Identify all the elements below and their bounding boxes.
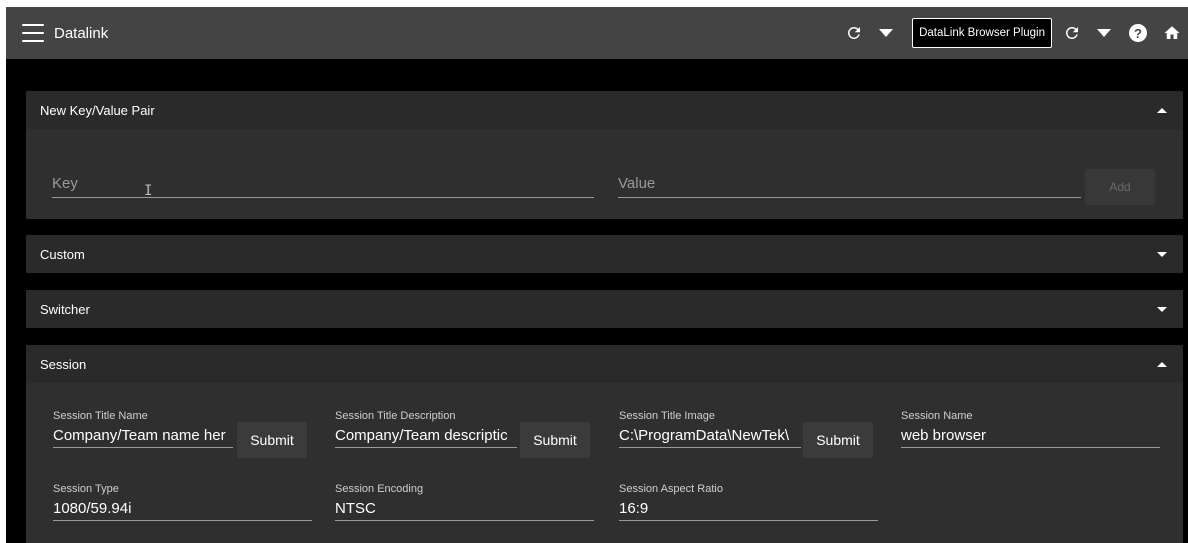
session-name-field: Session Name [901, 410, 1160, 448]
field-label: Session Title Name [53, 410, 148, 422]
session-encoding-field: Session Encoding [335, 483, 594, 521]
field-label: Session Aspect Ratio [619, 483, 723, 495]
submit-title-image-button[interactable]: Submit [803, 422, 873, 458]
switcher-panel: Switcher [26, 290, 1183, 328]
key-input[interactable] [52, 171, 594, 195]
session-type-field: Session Type [53, 483, 312, 521]
app-title: Datalink [54, 24, 109, 42]
new-key-value-header[interactable]: New Key/Value Pair [26, 91, 1183, 129]
collapse-icon[interactable] [1157, 361, 1167, 367]
hamburger-icon[interactable] [22, 24, 44, 42]
submit-title-description-button[interactable]: Submit [520, 422, 590, 458]
expand-icon[interactable] [1157, 251, 1167, 257]
session-aspect-ratio-select[interactable] [619, 498, 878, 519]
panel-title: New Key/Value Pair [40, 102, 155, 118]
session-aspect-ratio-field: Session Aspect Ratio [619, 483, 878, 521]
add-button[interactable]: Add [1085, 169, 1155, 205]
panel-title: Custom [40, 246, 85, 262]
session-type-select[interactable] [53, 498, 312, 519]
new-key-value-panel: New Key/Value Pair I Add [26, 91, 1183, 219]
session-panel: Session Session Title Name Submit Sessio… [26, 345, 1183, 543]
submit-title-name-button[interactable]: Submit [237, 422, 307, 458]
value-input[interactable] [618, 171, 1081, 195]
session-name-input[interactable] [901, 425, 1160, 446]
session-title-description-input[interactable] [335, 425, 517, 446]
plugin-refresh-icon[interactable] [1058, 19, 1086, 47]
session-title-name-field: Session Title Name [53, 410, 233, 448]
session-encoding-select[interactable] [335, 498, 594, 519]
field-label: Session Title Image [619, 410, 715, 422]
custom-header[interactable]: Custom [26, 235, 1183, 273]
field-label: Session Encoding [335, 483, 424, 495]
text-cursor-icon: I [144, 183, 153, 199]
home-icon[interactable] [1158, 19, 1186, 47]
custom-panel: Custom [26, 235, 1183, 273]
plugin-selector-button[interactable]: DataLink Browser Plugin [912, 18, 1052, 48]
session-title-description-field: Session Title Description [335, 410, 517, 448]
value-field[interactable] [618, 171, 1081, 198]
expand-icon[interactable] [1157, 306, 1167, 312]
field-label: Session Name [901, 410, 973, 422]
session-title-name-input[interactable] [53, 425, 233, 446]
key-field[interactable] [52, 171, 594, 198]
panel-title: Session [40, 356, 87, 372]
session-body: Session Title Name Submit Session Title … [26, 383, 1183, 543]
app-frame: Datalink DataLink Browser Plugin ? New K… [6, 7, 1188, 543]
session-title-image-input[interactable] [619, 425, 801, 446]
panel-title: Switcher [40, 301, 90, 317]
field-label: Session Title Description [335, 410, 456, 422]
caret-down-icon[interactable] [872, 19, 900, 47]
switcher-header[interactable]: Switcher [26, 290, 1183, 328]
session-title-image-field: Session Title Image [619, 410, 801, 448]
plugin-caret-down-icon[interactable] [1090, 19, 1118, 47]
collapse-icon[interactable] [1157, 107, 1167, 113]
top-bar: Datalink DataLink Browser Plugin ? [6, 7, 1188, 59]
session-header[interactable]: Session [26, 345, 1183, 383]
field-label: Session Type [53, 483, 119, 495]
new-key-value-body: I Add [26, 129, 1183, 219]
refresh-icon[interactable] [840, 19, 868, 47]
help-icon[interactable]: ? [1124, 19, 1152, 47]
